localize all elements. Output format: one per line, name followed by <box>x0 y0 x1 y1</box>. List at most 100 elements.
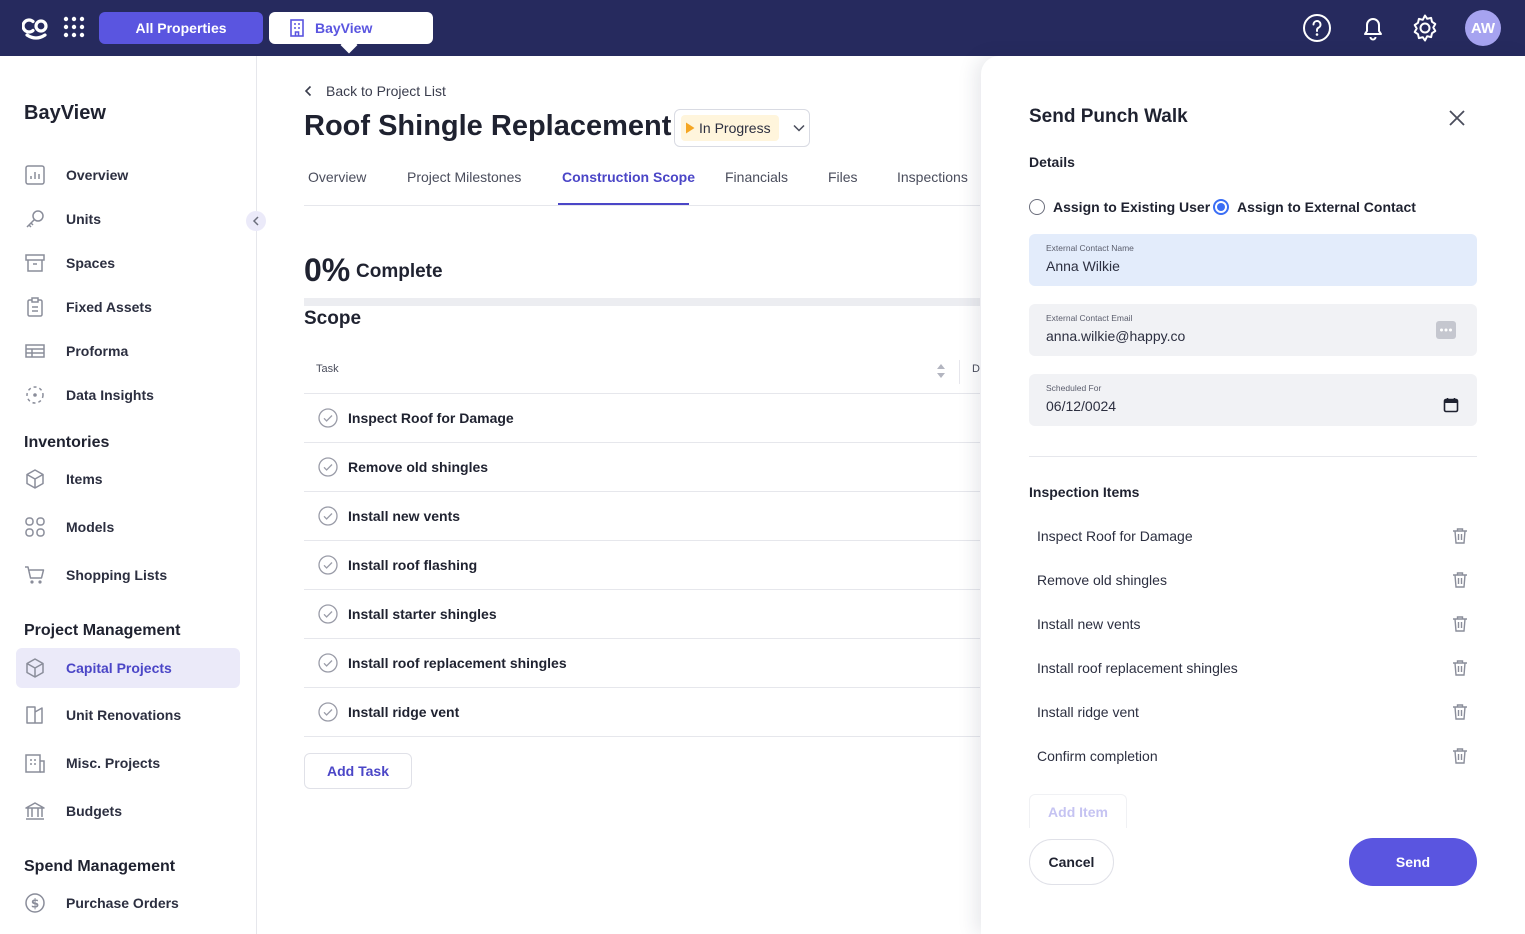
external-contact-email-field[interactable]: External Contact Email anna.wilkie@happy… <box>1029 304 1477 356</box>
send-punch-walk-drawer: Send Punch Walk Details Assign to Existi… <box>981 56 1525 934</box>
company-logo-icon[interactable] <box>22 14 50 42</box>
trash-icon[interactable] <box>1451 659 1469 677</box>
sidebar-item-overview[interactable]: Overview <box>16 155 240 195</box>
chart-icon <box>25 165 45 185</box>
sidebar-item-spaces[interactable]: Spaces <box>16 243 240 283</box>
task-row[interactable]: Install new vents <box>304 492 980 541</box>
trash-icon[interactable] <box>1451 747 1469 765</box>
chevron-left-icon <box>252 216 259 226</box>
property-tab-bayview[interactable]: BayView <box>269 12 433 44</box>
check-circle-icon[interactable] <box>318 702 338 722</box>
sidebar-item-items[interactable]: Items <box>16 459 240 499</box>
more-options-icon[interactable] <box>1435 320 1457 340</box>
scheduled-for-date-field[interactable]: Scheduled For 06/12/0024 <box>1029 374 1477 426</box>
radio-assign-existing-user[interactable]: Assign to Existing User <box>1029 199 1210 215</box>
sidebar-item-fixed-assets[interactable]: Fixed Assets <box>16 287 240 327</box>
radio-button-selected[interactable] <box>1213 199 1229 215</box>
check-circle-icon[interactable] <box>318 604 338 624</box>
grid-icon <box>25 517 45 537</box>
inspection-item-label: Remove old shingles <box>1037 572 1167 588</box>
sidebar-item-units[interactable]: Units <box>16 199 240 239</box>
sidebar-item-unit-renovations[interactable]: Unit Renovations <box>16 695 240 735</box>
sidebar-item-purchase-orders[interactable]: $ Purchase Orders <box>16 883 240 923</box>
trash-icon[interactable] <box>1451 615 1469 633</box>
trash-icon[interactable] <box>1451 703 1469 721</box>
apps-grid-icon[interactable] <box>62 15 86 39</box>
building-icon <box>25 754 45 773</box>
task-name: Install roof flashing <box>348 557 478 573</box>
key-icon <box>26 210 44 228</box>
play-icon <box>686 122 695 134</box>
tab-project-milestones[interactable]: Project Milestones <box>407 169 521 185</box>
field-value[interactable]: Anna Wilkie <box>1046 258 1120 274</box>
sidebar-item-label: Overview <box>66 167 129 183</box>
sidebar-item-budgets[interactable]: Budgets <box>16 791 240 831</box>
tab-overview[interactable]: Overview <box>308 169 366 185</box>
radio-label: Assign to Existing User <box>1053 199 1211 215</box>
trash-icon[interactable] <box>1451 571 1469 589</box>
sidebar-item-proforma[interactable]: Proforma <box>16 331 240 371</box>
user-avatar[interactable]: AW <box>1465 10 1501 46</box>
check-circle-icon[interactable] <box>318 408 338 428</box>
progress-bar <box>304 298 980 306</box>
close-icon[interactable] <box>1447 108 1467 128</box>
tab-financials[interactable]: Financials <box>725 169 788 185</box>
sidebar-item-label: Models <box>66 519 115 535</box>
help-icon[interactable] <box>1302 13 1332 43</box>
sidebar-item-label: Unit Renovations <box>66 707 182 723</box>
task-row[interactable]: Inspect Roof for Damage <box>304 394 980 443</box>
tab-inspections[interactable]: Inspections <box>897 169 968 185</box>
task-row[interactable]: Remove old shingles <box>304 443 980 492</box>
details-heading: Details <box>1029 154 1075 170</box>
tab-files[interactable]: Files <box>828 169 858 185</box>
settings-gear-icon[interactable] <box>1410 13 1440 43</box>
cancel-button[interactable]: Cancel <box>1029 839 1114 885</box>
task-name: Install starter shingles <box>348 606 497 622</box>
sidebar-item-data-insights[interactable]: Data Insights <box>16 375 240 415</box>
inspection-item-label: Install roof replacement shingles <box>1037 660 1238 676</box>
table-icon <box>25 344 45 358</box>
building-icon <box>290 19 304 37</box>
task-row[interactable]: Install roof flashing <box>304 541 980 590</box>
inspection-item-label: Inspect Roof for Damage <box>1037 528 1193 544</box>
add-task-button[interactable]: Add Task <box>304 753 412 789</box>
task-row[interactable]: Install starter shingles <box>304 590 980 639</box>
tab-construction-scope[interactable]: Construction Scope <box>562 169 695 185</box>
task-name: Install roof replacement shingles <box>348 655 567 671</box>
box-icon <box>25 254 45 272</box>
inspection-item: Inspect Roof for Damage <box>1029 516 1477 556</box>
radio-button[interactable] <box>1029 199 1045 215</box>
task-row[interactable]: Install ridge vent <box>304 688 980 737</box>
field-value[interactable]: anna.wilkie@happy.co <box>1046 328 1185 344</box>
sidebar-item-label: Spaces <box>66 255 116 271</box>
sidebar-item-capital-projects[interactable]: Capital Projects <box>16 648 240 688</box>
column-header-task[interactable]: Task <box>316 363 339 375</box>
all-properties-button[interactable]: All Properties <box>99 12 263 44</box>
sidebar-item-shopping-lists[interactable]: Shopping Lists <box>16 555 240 595</box>
sort-icon[interactable] <box>936 362 946 380</box>
notifications-bell-icon[interactable] <box>1358 13 1388 43</box>
top-navigation-bar: All Properties BayView AW <box>0 0 1525 56</box>
check-circle-icon[interactable] <box>318 653 338 673</box>
sidebar-item-misc-projects[interactable]: Misc. Projects <box>16 743 240 783</box>
external-contact-name-field[interactable]: External Contact Name Anna Wilkie <box>1029 234 1477 286</box>
check-circle-icon[interactable] <box>318 506 338 526</box>
column-header-d[interactable]: D <box>972 363 980 375</box>
send-button[interactable]: Send <box>1349 838 1477 886</box>
task-row[interactable]: Install roof replacement shingles <box>304 639 980 688</box>
sidebar-collapse-button[interactable] <box>246 211 266 231</box>
trash-icon[interactable] <box>1451 527 1469 545</box>
active-tab-indicator <box>558 203 689 205</box>
inspection-item-label: Install new vents <box>1037 616 1141 632</box>
back-to-project-list-link[interactable]: Back to Project List <box>304 83 446 99</box>
radio-assign-external-contact[interactable]: Assign to External Contact <box>1213 199 1416 215</box>
field-label: Scheduled For <box>1046 383 1102 393</box>
calendar-icon[interactable] <box>1443 397 1459 413</box>
check-circle-icon[interactable] <box>318 457 338 477</box>
check-circle-icon[interactable] <box>318 555 338 575</box>
status-dropdown[interactable]: In Progress <box>674 109 810 147</box>
add-item-button[interactable]: Add Item <box>1029 794 1127 828</box>
sidebar-item-models[interactable]: Models <box>16 507 240 547</box>
field-value[interactable]: 06/12/0024 <box>1046 398 1116 414</box>
chevron-left-icon <box>304 85 312 97</box>
